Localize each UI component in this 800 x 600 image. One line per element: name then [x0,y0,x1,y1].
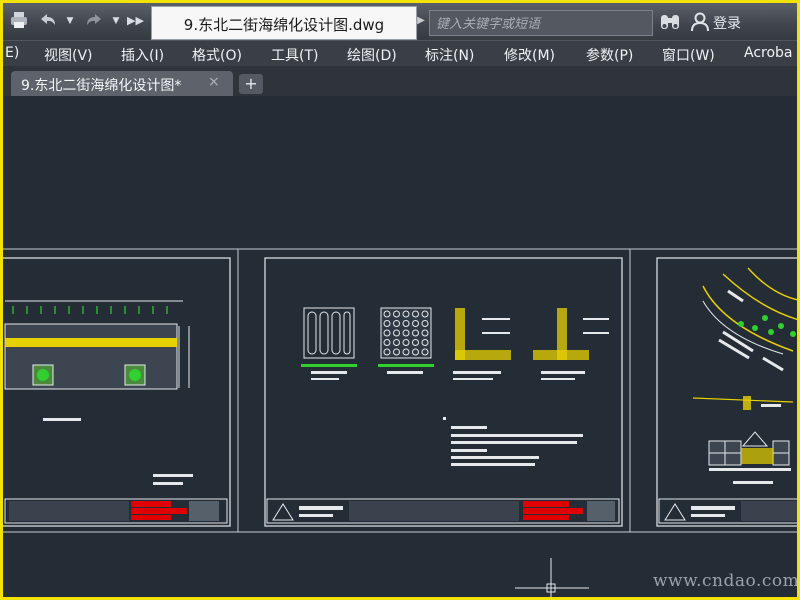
menu-item-tools[interactable]: 工具(T) [271,45,318,65]
redo-dropdown-icon[interactable]: ▼ [111,11,121,31]
search-expand-icon[interactable]: ▶ [415,12,427,30]
menu-item-modify[interactable]: 修改(M) [504,45,555,65]
menu-item-parametric[interactable]: 参数(P) [586,45,633,65]
new-tab-button[interactable]: + [239,74,263,94]
watermark: www.cndao.com [653,571,797,591]
undo-dropdown-icon[interactable]: ▼ [65,11,75,31]
drawing-sheet-1 [3,257,231,527]
file-tab-active[interactable]: 9.东北二街海绵化设计图* × [11,71,233,96]
file-tab-bar: 9.东北二街海绵化设计图* × + [3,66,797,97]
menu-item-window[interactable]: 窗口(W) [662,45,715,65]
binoculars-icon[interactable] [659,12,681,32]
menu-item-view[interactable]: 视图(V) [44,45,93,65]
undo-icon[interactable] [37,11,59,35]
menu-bar: E) 视图(V) 插入(I) 格式(O) 工具(T) 绘图(D) 标注(N) 修… [3,40,797,67]
more-icon[interactable]: ▶▶ [127,11,144,31]
search-input[interactable] [434,13,648,35]
menu-item-insert[interactable]: 插入(I) [121,45,164,65]
drawing-sheet-3 [656,257,797,527]
document-title: 9.东北二街海绵化设计图.dwg [183,16,385,34]
menu-item-acrobat[interactable]: Acroba [744,45,793,61]
menu-item-format[interactable]: 格式(O) [192,45,242,65]
redo-icon[interactable] [83,11,105,35]
menu-item-edit[interactable]: E) [5,45,19,61]
login-link[interactable]: 登录 [713,13,741,33]
file-tab-label: 9.东北二街海绵化设计图* [21,78,182,94]
menu-item-draw[interactable]: 绘图(D) [347,45,397,65]
search-box [429,10,653,36]
user-icon[interactable] [691,12,709,32]
drawing-sheet-2 [264,257,623,527]
app-window: ▼ ▼ ▶▶ 9.东北二街海绵化设计图.dwg ▶ 登录 E) 视图(V) 插入… [3,3,797,597]
close-icon[interactable]: × [208,74,220,90]
print-icon[interactable] [9,11,29,35]
drawing-canvas[interactable]: www.cndao.com [3,96,797,597]
document-title-box: 9.东北二街海绵化设计图.dwg [151,6,417,40]
menu-item-dimension[interactable]: 标注(N) [425,45,474,65]
crosshair-cursor [515,558,589,597]
model-space-drawing [3,248,797,597]
title-bar: ▼ ▼ ▶▶ 9.东北二街海绵化设计图.dwg ▶ 登录 [3,3,797,40]
